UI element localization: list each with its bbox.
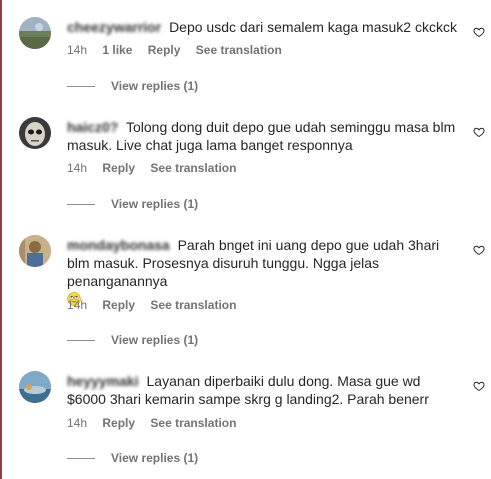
comment-text-block: haicz0? Tolong dong duit depo gue udah s… (67, 118, 457, 154)
heart-icon[interactable] (473, 244, 485, 256)
replies-divider (67, 458, 95, 460)
comment-meta: 14h Reply See translation (67, 415, 248, 431)
avatar[interactable] (19, 371, 51, 403)
left-border (0, 0, 2, 479)
replies-divider (67, 204, 95, 206)
comment-likes[interactable]: 1 like (102, 43, 132, 57)
view-replies-button[interactable]: View replies (1) (67, 450, 198, 466)
view-replies-label: View replies (1) (111, 333, 199, 347)
comment-username[interactable]: mondaybonasa (67, 236, 170, 254)
replies-divider (67, 86, 95, 88)
comment-username[interactable]: cheezywarrior (67, 18, 161, 36)
comment-meta: 14h 1 like Reply See translation (67, 42, 294, 58)
view-replies-label: View replies (1) (111, 79, 199, 93)
view-replies-label: View replies (1) (111, 197, 199, 211)
comment-time: 14h (67, 161, 88, 175)
view-replies-label: View replies (1) (111, 451, 199, 465)
avatar[interactable] (19, 235, 51, 267)
comment-meta: 14h Reply See translation (67, 297, 248, 313)
see-translation-button[interactable]: See translation (150, 298, 236, 312)
comment-text-block: heyyymaki Layanan diperbaiki dulu dong. … (67, 372, 457, 408)
view-replies-button[interactable]: View replies (1) (67, 196, 198, 212)
comment-time: 14h (67, 43, 88, 57)
comment-username[interactable]: heyyymaki (67, 372, 139, 390)
comment-text: Tolong dong duit depo gue udah seminggu … (67, 119, 456, 153)
comment-time: 14h (67, 416, 88, 430)
comment-time: 14h (67, 298, 88, 312)
reply-button[interactable]: Reply (102, 416, 135, 430)
reply-button[interactable]: Reply (102, 161, 135, 175)
avatar[interactable] (19, 117, 51, 149)
heart-icon[interactable] (473, 26, 485, 38)
avatar[interactable] (19, 17, 51, 49)
heart-icon[interactable] (473, 126, 485, 138)
comment-username[interactable]: haicz0? (67, 118, 118, 136)
see-translation-button[interactable]: See translation (150, 161, 236, 175)
view-replies-button[interactable]: View replies (1) (67, 78, 198, 94)
heart-icon[interactable] (473, 380, 485, 392)
reply-button[interactable]: Reply (102, 298, 135, 312)
comment-meta: 14h Reply See translation (67, 160, 248, 176)
comment-text: Depo usdc dari semalem kaga masuk2 ckckc… (169, 19, 457, 35)
reply-button[interactable]: Reply (148, 43, 181, 57)
comment-text-block: cheezywarrior Depo usdc dari semalem kag… (67, 18, 457, 36)
view-replies-button[interactable]: View replies (1) (67, 332, 198, 348)
see-translation-button[interactable]: See translation (196, 43, 282, 57)
see-translation-button[interactable]: See translation (150, 416, 236, 430)
replies-divider (67, 340, 95, 342)
